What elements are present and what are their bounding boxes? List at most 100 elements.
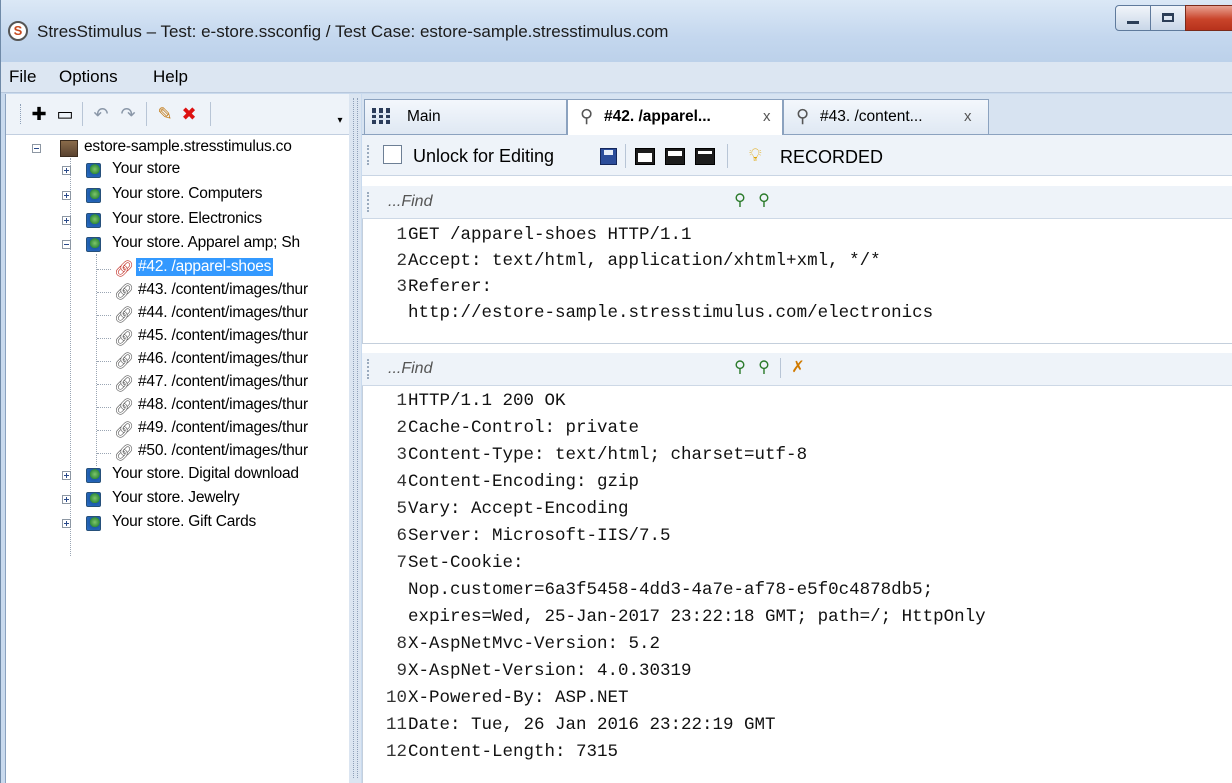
page-icon: [86, 468, 101, 483]
layout-split-icon[interactable]: [665, 148, 685, 165]
find-next-icon[interactable]: ⚲: [754, 358, 774, 378]
link-icon: 🔗︎: [114, 445, 135, 462]
undo-icon[interactable]: ↶: [90, 103, 112, 125]
find-next-icon[interactable]: ⚲: [754, 191, 774, 211]
link-icon: 🔗︎: [114, 307, 135, 324]
minimize-button[interactable]: [1115, 5, 1151, 31]
unlock-checkbox[interactable]: [383, 145, 402, 164]
menu-options[interactable]: Options: [59, 67, 118, 87]
tree-item-label: Your store. Apparel amp; Sh: [112, 234, 300, 251]
expand-toggle[interactable]: [62, 166, 71, 175]
tab-strip: Main ⚲ #42. /apparel... x ⚲ #43. /conten…: [362, 94, 1232, 135]
layout-horizontal-icon[interactable]: [635, 148, 655, 165]
tree-item-label: Your store. Electronics: [112, 210, 262, 227]
expand-toggle[interactable]: [62, 519, 71, 528]
code-line: 10X-Powered-By: ASP.NET: [385, 688, 629, 708]
code-line: 3Referer:: [396, 277, 493, 297]
code-line: 6Server: Microsoft-IIS/7.5: [396, 526, 671, 546]
close-button[interactable]: [1185, 5, 1232, 31]
tree-toolbar: ✚ ▭ ↶ ↷ ✎ ✖ ▾: [6, 94, 349, 135]
tab-label: #42. /apparel...: [604, 108, 711, 125]
code-line: expires=Wed, 25-Jan-2017 23:22:18 GMT; p…: [408, 607, 986, 627]
delete-icon[interactable]: ✖: [178, 103, 200, 125]
app-window: S StresStimulus – Test: e-store.ssconfig…: [0, 0, 1232, 783]
add-icon[interactable]: ✚: [28, 103, 50, 125]
page-icon: [86, 237, 101, 252]
window-title: StresStimulus – Test: e-store.ssconfig /…: [37, 22, 669, 41]
find-previous-icon[interactable]: ⚲: [730, 358, 750, 378]
server-icon: [60, 140, 78, 157]
tree-panel: ✚ ▭ ↶ ↷ ✎ ✖ ▾ estore-sample.stresstimulu…: [5, 94, 350, 783]
tab-label: #43. /content...: [820, 108, 923, 125]
collapse-toggle[interactable]: [62, 240, 71, 249]
tab-close-icon[interactable]: x: [964, 108, 972, 125]
tree-item-label: #49. /content/images/thur: [138, 419, 308, 436]
page-icon: [86, 492, 101, 507]
unlock-label: Unlock for Editing: [413, 146, 555, 166]
page-icon: [86, 516, 101, 531]
link-icon: 🔗︎: [114, 422, 135, 439]
maximize-button[interactable]: [1150, 5, 1186, 31]
link-icon: 🔗︎: [114, 376, 135, 393]
toolbar-overflow-icon[interactable]: ▾: [329, 110, 351, 132]
expand-toggle[interactable]: [62, 216, 71, 225]
clear-highlight-icon[interactable]: ✗: [788, 358, 808, 378]
tree-item-label: Your store. Gift Cards: [112, 513, 257, 530]
tree-item-label: #43. /content/images/thur: [138, 281, 308, 298]
detail-panel: Main ⚲ #42. /apparel... x ⚲ #43. /conten…: [362, 94, 1232, 783]
tab-close-icon[interactable]: x: [763, 108, 771, 125]
tree-root-label: estore-sample.stresstimulus.co: [84, 138, 292, 155]
app-logo-icon: S: [8, 21, 28, 41]
menu-bar: File Options Help: [1, 62, 1232, 93]
code-line: 2Accept: text/html, application/xhtml+xm…: [396, 251, 881, 271]
code-line: Nop.customer=6a3f5458-4dd3-4a7e-af78-e5f…: [408, 580, 934, 600]
title-bar: S StresStimulus – Test: e-store.ssconfig…: [1, 0, 1232, 62]
find-previous-icon[interactable]: ⚲: [730, 191, 750, 211]
redo-icon[interactable]: ↷: [117, 103, 139, 125]
recorded-status: RECORDED: [780, 147, 884, 167]
code-line: 4Content-Encoding: gzip: [396, 472, 640, 492]
magnifier-icon: ⚲: [796, 106, 810, 126]
magnifier-icon: ⚲: [580, 106, 594, 126]
tree-item-label: #44. /content/images/thur: [138, 304, 308, 321]
link-icon: 🔗︎: [114, 261, 135, 278]
tab-request-43[interactable]: ⚲ #43. /content... x: [783, 99, 989, 134]
tree-item-label: #46. /content/images/thur: [138, 350, 308, 367]
code-line: 3Content-Type: text/html; charset=utf-8: [396, 445, 808, 465]
code-line: http://estore-sample.stresstimulus.com/e…: [408, 303, 934, 323]
tree-item-label: Your store: [112, 160, 181, 177]
menu-file[interactable]: File: [9, 67, 36, 87]
edit-icon[interactable]: ✎: [154, 103, 176, 125]
page-icon: [86, 213, 101, 228]
tree-item-label: #48. /content/images/thur: [138, 396, 308, 413]
code-line: 8X-AspNetMvc-Version: 5.2: [396, 634, 661, 654]
tree-item-label: #47. /content/images/thur: [138, 373, 308, 390]
expand-toggle[interactable]: [62, 495, 71, 504]
menu-help[interactable]: Help: [153, 67, 188, 87]
code-line: 12Content-Length: 7315: [385, 742, 619, 762]
request-find-bar: ...Find ⚲ ⚲: [362, 186, 1232, 219]
tab-request-42[interactable]: ⚲ #42. /apparel... x: [567, 99, 783, 135]
link-icon: 🔗︎: [114, 330, 135, 347]
response-find-input[interactable]: ...Find: [388, 360, 432, 378]
response-text-area[interactable]: 1HTTP/1.1 200 OK 2Cache-Control: private…: [362, 386, 1232, 783]
collapse-icon[interactable]: ▭: [54, 103, 76, 125]
request-text-area[interactable]: 1GET /apparel-shoes HTTP/1.1 2Accept: te…: [362, 219, 1232, 344]
code-line: 11Date: Tue, 26 Jan 2016 23:22:19 GMT: [385, 715, 776, 735]
expand-toggle[interactable]: [62, 471, 71, 480]
tab-label: Main: [407, 108, 441, 125]
tree-item-label: #42. /apparel-shoes: [136, 258, 274, 276]
code-line: 2Cache-Control: private: [396, 418, 640, 438]
tab-main[interactable]: Main: [364, 99, 567, 134]
page-icon: [86, 188, 101, 203]
link-icon: 🔗︎: [114, 399, 135, 416]
request-find-input[interactable]: ...Find: [388, 193, 432, 211]
layout-bottom-icon[interactable]: [695, 148, 715, 165]
tree-item-label: #50. /content/images/thur: [138, 442, 308, 459]
save-icon[interactable]: [600, 148, 617, 165]
code-line: 1HTTP/1.1 200 OK: [396, 391, 566, 411]
expand-toggle[interactable]: [62, 191, 71, 200]
tree-item-label: Your store. Digital download: [112, 465, 299, 482]
panel-splitter[interactable]: [349, 94, 361, 783]
collapse-toggle[interactable]: [32, 144, 41, 153]
